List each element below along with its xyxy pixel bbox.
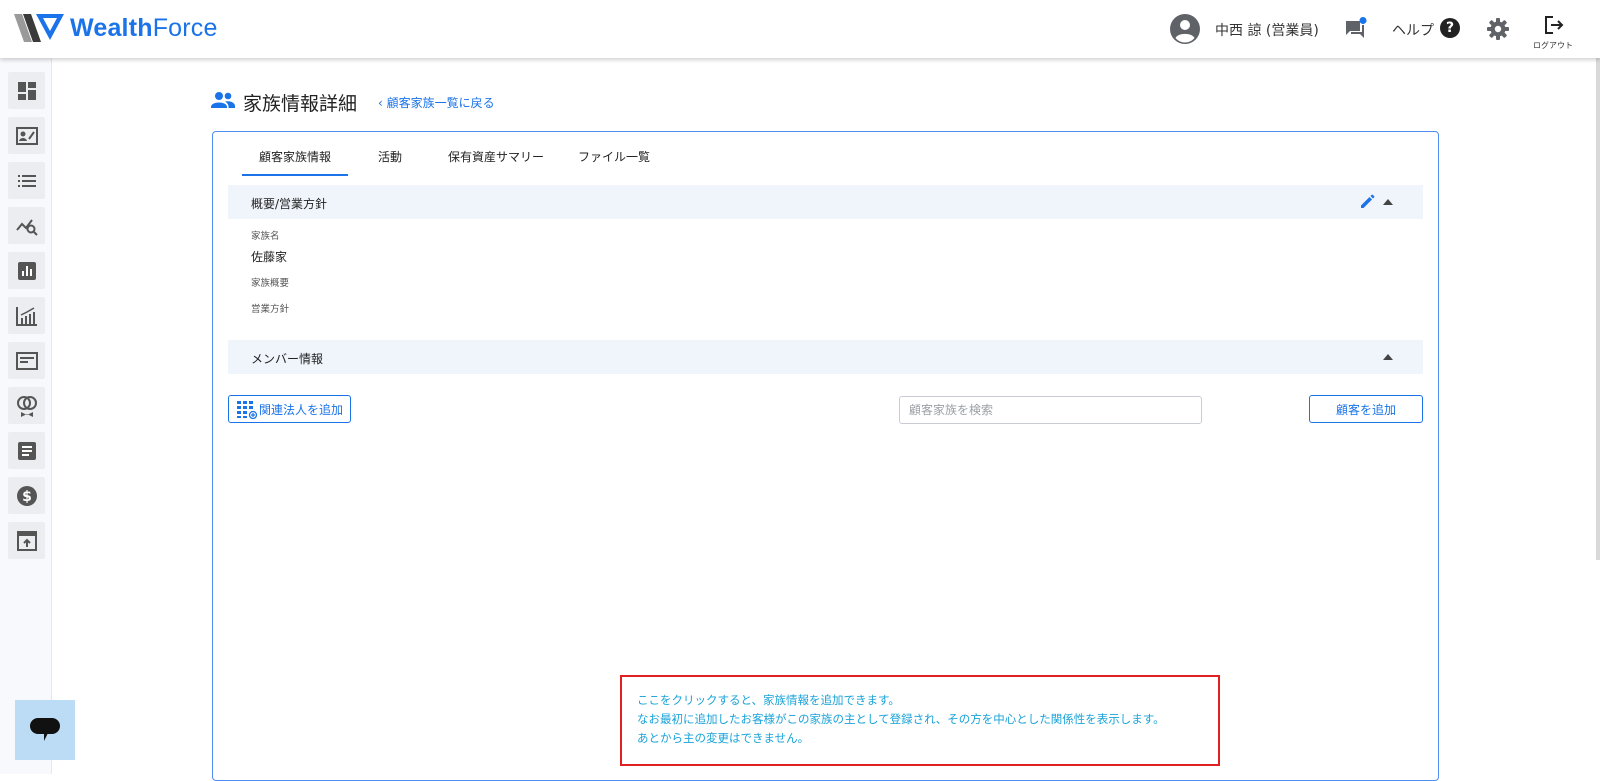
user-name[interactable]: 中西 諒 (営業員): [1215, 20, 1319, 40]
family-summary-label: 家族概要: [251, 278, 290, 289]
sidebar-item-analysis[interactable]: [8, 207, 45, 244]
open-in-icon: [16, 530, 37, 551]
sidebar: $: [0, 58, 52, 774]
sidebar-item-reports[interactable]: [8, 252, 45, 289]
chevron-left-icon: ‹: [378, 96, 383, 110]
help-icon[interactable]: ?: [1440, 18, 1460, 38]
pencil-icon[interactable]: [1359, 194, 1375, 210]
gear-icon[interactable]: [1486, 17, 1510, 41]
back-to-family-list-link[interactable]: ‹ 顧客家族一覧に戻る: [378, 94, 495, 111]
brand-wordmark: WealthForce: [70, 13, 218, 42]
family-name-label: 家族名: [251, 231, 280, 242]
members-section-header[interactable]: メンバー情報: [228, 340, 1423, 374]
tab-asset-summary[interactable]: 保有資産サマリー: [448, 148, 544, 176]
sidebar-item-export[interactable]: [8, 522, 45, 559]
add-customer-button[interactable]: 顧客を追加: [1309, 395, 1423, 423]
article-icon: [17, 441, 36, 460]
tab-activity[interactable]: 活動: [378, 148, 402, 176]
account-circle-icon[interactable]: [1170, 14, 1200, 44]
people-icon: [211, 92, 235, 108]
sidebar-item-dashboard[interactable]: [8, 72, 45, 109]
dashboard-icon: [17, 81, 36, 100]
dollar-icon: $: [16, 485, 37, 506]
callout-line-2: なお最初に追加したお客様がこの家族の主として登録され、その方を中心とした関係性を…: [637, 712, 1165, 726]
tab-file-list[interactable]: ファイル一覧: [578, 148, 650, 176]
family-search-input[interactable]: [899, 396, 1202, 424]
support-chat-button[interactable]: [15, 700, 75, 760]
brand-logo[interactable]: WealthForce: [14, 12, 218, 44]
logout-label[interactable]: ログアウト: [1533, 40, 1573, 51]
callout-line-3: あとから主の変更はできません。: [637, 731, 810, 745]
logout-icon[interactable]: [1542, 14, 1564, 36]
help-label[interactable]: ヘルプ: [1392, 20, 1434, 40]
family-name-value: 佐藤家: [251, 250, 288, 264]
callout-line-1: ここをクリックすると、家族情報を追加できます。: [637, 693, 900, 707]
sidebar-item-contacts[interactable]: [8, 117, 45, 154]
tab-family-info[interactable]: 顧客家族情報: [259, 148, 331, 176]
members-section-title: メンバー情報: [251, 352, 324, 366]
overview-section-title: 概要/営業方針: [251, 197, 328, 211]
bar-chart-icon: [17, 261, 36, 280]
sidebar-item-performance[interactable]: [8, 297, 45, 334]
award-icon: [16, 395, 37, 417]
document-icon: [15, 351, 38, 370]
page-title: 家族情報詳細: [243, 93, 358, 115]
collapse-caret-icon[interactable]: [1383, 354, 1393, 360]
collapse-caret-icon[interactable]: [1383, 199, 1393, 205]
contact-card-icon: [15, 126, 38, 145]
app-header: WealthForce 中西 諒 (営業員) ヘルプ ? ログアウト: [0, 0, 1600, 58]
help-callout: ここをクリックすると、家族情報を追加できます。 なお最初に追加したお客様がこの家…: [620, 675, 1220, 766]
overview-section-header[interactable]: 概要/営業方針: [228, 185, 1423, 219]
sidebar-item-documents[interactable]: [8, 342, 45, 379]
sidebar-item-finance[interactable]: $: [8, 477, 45, 514]
chat-icon[interactable]: [1343, 17, 1367, 41]
logo-mark-icon: [14, 14, 64, 42]
list-icon: [17, 174, 36, 187]
add-related-corporation-button[interactable]: 関連法人を追加: [228, 395, 351, 423]
active-tab-indicator: [242, 174, 348, 176]
sidebar-item-articles[interactable]: [8, 432, 45, 469]
sales-policy-label: 営業方針: [251, 304, 290, 315]
building-add-icon: [236, 401, 258, 419]
chart-search-icon: [15, 218, 38, 236]
back-link-label: 顧客家族一覧に戻る: [386, 96, 495, 110]
svg-text:$: $: [22, 489, 32, 505]
page-scrollbar[interactable]: [1596, 58, 1600, 560]
sidebar-item-awards[interactable]: [8, 387, 45, 424]
add-related-corporation-label: 関連法人を追加: [258, 402, 343, 417]
sidebar-item-list[interactable]: [8, 162, 45, 199]
chat-bubble-icon: [30, 718, 60, 741]
growth-chart-icon: [15, 306, 37, 326]
